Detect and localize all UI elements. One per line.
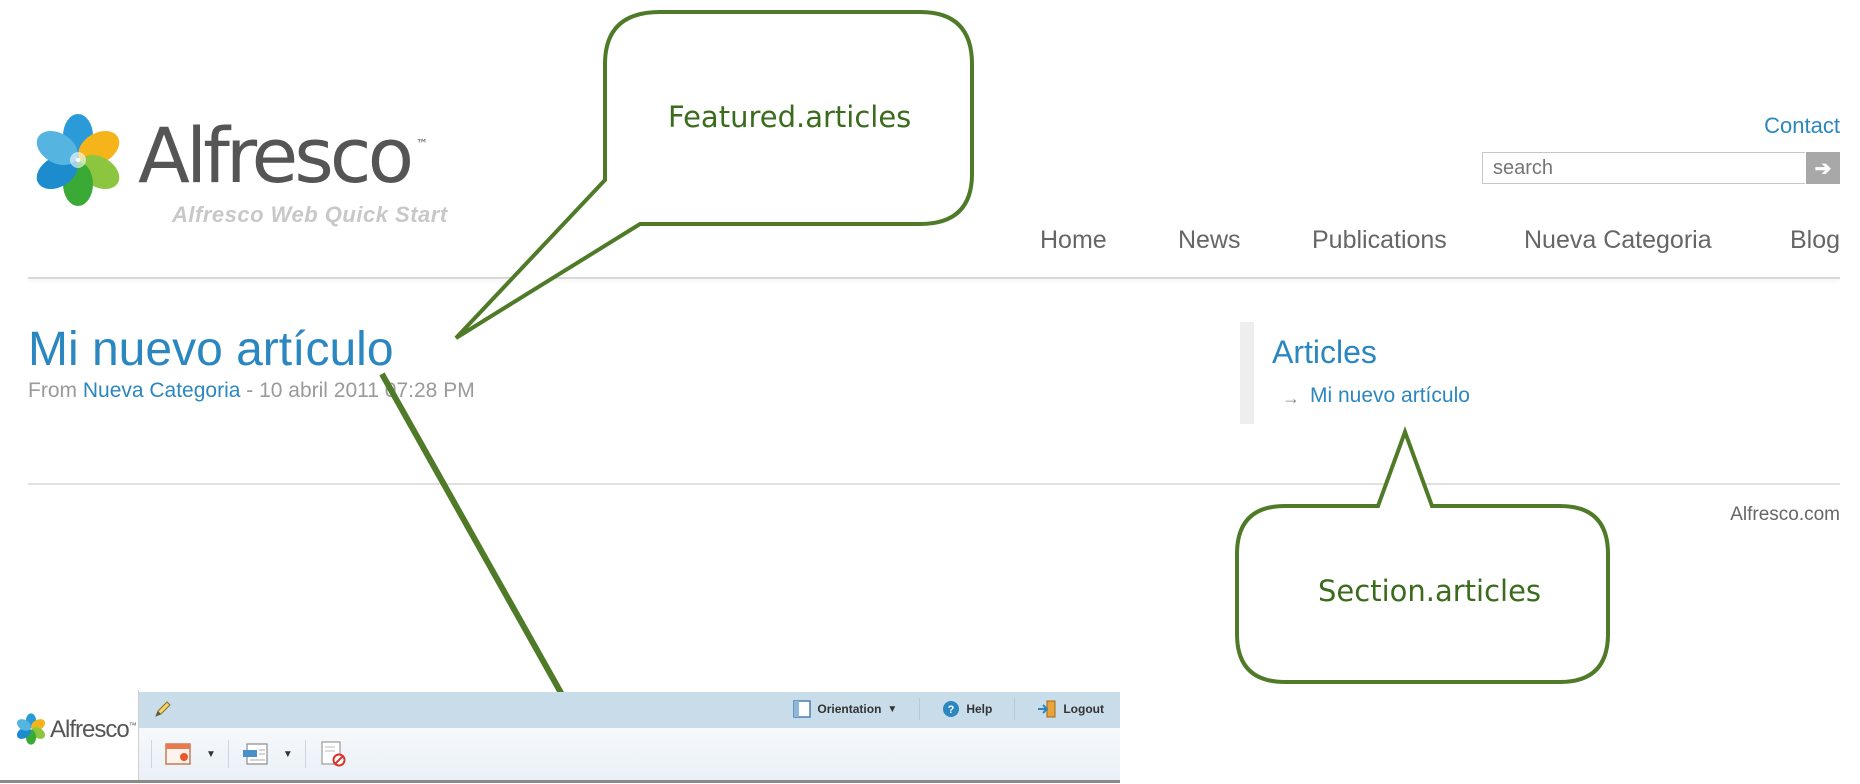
pointer-arrow-line [379,372,577,718]
chevron-down-icon[interactable]: ▼ [283,749,293,760]
toolbar-separator [304,740,306,768]
section-callout-bubble [1235,426,1610,684]
svg-text:?: ? [948,704,955,716]
editor-top-bar: Orientation ▼ ? Help Logout [139,692,1120,728]
edit-content-icon [242,743,268,765]
orientation-icon [793,700,812,718]
toolbar-separator [1014,698,1016,720]
delete-content-button[interactable] [318,740,348,768]
edit-content-button[interactable] [241,740,271,768]
logout-icon [1038,700,1056,718]
featured-callout-bubble [454,10,974,340]
editor-brand-name: Alfresco™ [50,716,137,743]
orientation-button[interactable]: Orientation ▼ [793,700,897,718]
create-content-button[interactable] [164,740,194,768]
chevron-down-icon: ▼ [887,703,898,715]
help-icon: ? [943,701,960,717]
toolbar-separator [151,740,152,768]
callout-annotations [379,10,1610,734]
section-callout-label: Section.articles [1318,574,1542,608]
editor-bottom-border [0,780,1120,783]
help-button[interactable]: ? Help [942,700,992,718]
logout-button[interactable]: Logout [1037,700,1104,718]
toolbar-separator [227,740,229,768]
create-content-icon [165,743,191,765]
featured-callout-label: Featured.articles [668,100,912,134]
delete-content-icon [321,741,346,767]
editor-sub-bar: ▼ ▼ [139,728,1120,780]
chevron-down-icon[interactable]: ▼ [206,749,216,760]
alfresco-small-logo-icon[interactable] [14,712,48,746]
edit-pencil-icon[interactable] [153,700,173,725]
toolbar-separator [919,698,921,720]
